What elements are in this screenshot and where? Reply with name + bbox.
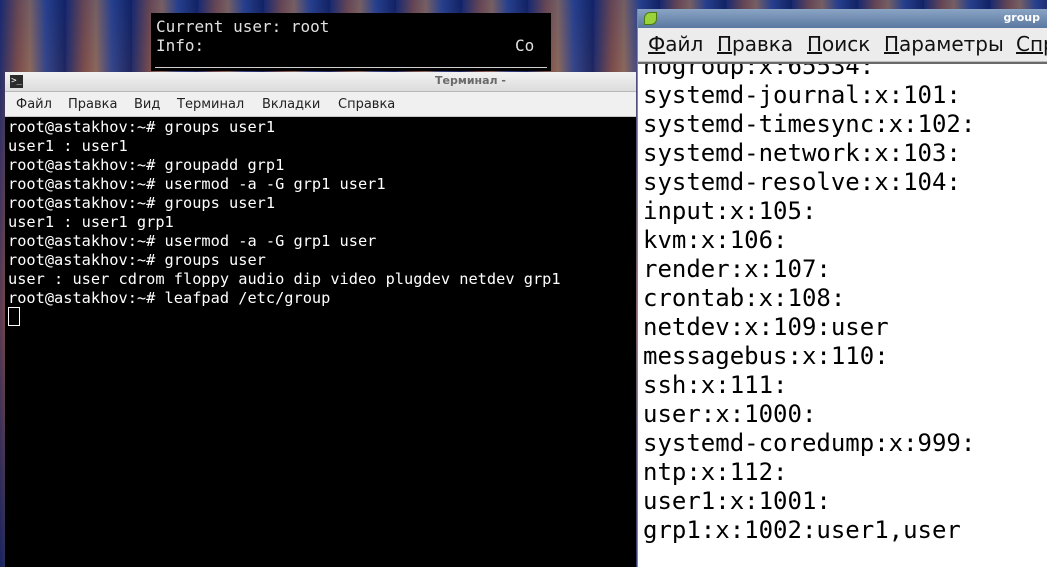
group-line: systemd-journal:x:101: [643,81,961,109]
terminal-line: user : user cdrom floppy audio dip video… [8,270,561,288]
divider [155,67,547,68]
leaf-icon [644,12,657,25]
editor-menu-search[interactable]: Поиск [807,32,870,56]
conky-info-panel: Current user: root Info: Co [151,13,551,71]
menu-terminal[interactable]: Терминал [177,97,244,112]
menu-label: равка [732,32,794,56]
current-user-text: Current user: root [156,17,330,36]
terminal-menubar: Файл Правка Вид Терминал Вкладки Справка [5,92,636,117]
group-line: systemd-resolve:x:104: [643,168,961,196]
menu-accel: Сп [1016,32,1044,56]
terminal-line: root@astakhov:~# groups user1 [8,118,276,136]
terminal-line: user1 : user1 [8,137,128,155]
editor-menu-edit[interactable]: Правка [717,32,793,56]
menu-label: оиск [822,32,871,56]
editor-menu-options[interactable]: Параметры [884,32,1004,56]
editor-menu-file[interactable]: Файл [648,32,703,56]
editor-titlebar[interactable]: group [638,9,1047,28]
menu-label: р [1043,32,1047,56]
terminal-window[interactable]: >_ Терминал - Файл Правка Вид Терминал В… [5,72,636,567]
terminal-line: root@astakhov:~# leafpad /etc/group [8,289,331,307]
menu-accel: Ф [648,32,666,56]
menu-accel: П [807,32,823,56]
editor-menu-help[interactable]: Спр [1016,32,1047,56]
terminal-line: user1 : user1 grp1 [8,213,174,231]
group-line: systemd-timesync:x:102: [643,110,976,138]
group-line: crontab:x:108: [643,284,846,312]
group-line: input:x:105: [643,197,817,225]
editor-title: group [1003,11,1040,24]
group-line: messagebus:x:110: [643,342,889,370]
group-line: systemd-coredump:x:999: [643,429,976,457]
terminal-cursor [8,307,20,326]
info-extra-text: Co [515,36,535,55]
terminal-line: root@astakhov:~# groups user1 [8,194,276,212]
menu-edit[interactable]: Правка [68,97,117,112]
group-line: grp1:x:1002:user1,user [643,516,961,544]
terminal-line: root@astakhov:~# usermod -a -G grp1 user [8,232,377,250]
group-line: systemd-network:x:103: [643,139,961,167]
menu-view[interactable]: Вид [134,97,160,112]
terminal-title: Терминал - [434,74,506,87]
menu-tabs[interactable]: Вкладки [262,97,320,112]
group-line: netdev:x:109:user [643,313,889,341]
editor-text-area[interactable]: nogroup:x:65534: systemd-journal:x:101: … [638,62,1047,567]
group-line: kvm:x:106: [643,226,788,254]
menu-label: араметры [899,32,1004,56]
group-line: user:x:1000: [643,400,817,428]
terminal-output[interactable]: root@astakhov:~# groups user1 user1 : us… [5,117,636,567]
menu-label: айл [665,32,704,56]
menu-accel: П [717,32,733,56]
group-line: ssh:x:111: [643,371,788,399]
terminal-line: root@astakhov:~# usermod -a -G grp1 user… [8,175,386,193]
terminal-line: root@astakhov:~# groupadd grp1 [8,156,285,174]
editor-window[interactable]: group Файл Правка Поиск Параметры Спр no… [637,9,1047,567]
group-line: render:x:107: [643,255,831,283]
group-line: user1:x:1001: [643,487,831,515]
editor-menubar: Файл Правка Поиск Параметры Спр [638,28,1047,62]
menu-help[interactable]: Справка [338,97,395,112]
group-line: ntp:x:112: [643,458,788,486]
menu-file[interactable]: Файл [16,97,52,112]
group-line: nogroup:x:65534: [643,62,875,80]
terminal-line: root@astakhov:~# groups user [8,251,266,269]
menu-accel: П [884,32,900,56]
info-text: Info: [156,36,205,55]
terminal-titlebar[interactable]: >_ Терминал - [5,72,636,92]
